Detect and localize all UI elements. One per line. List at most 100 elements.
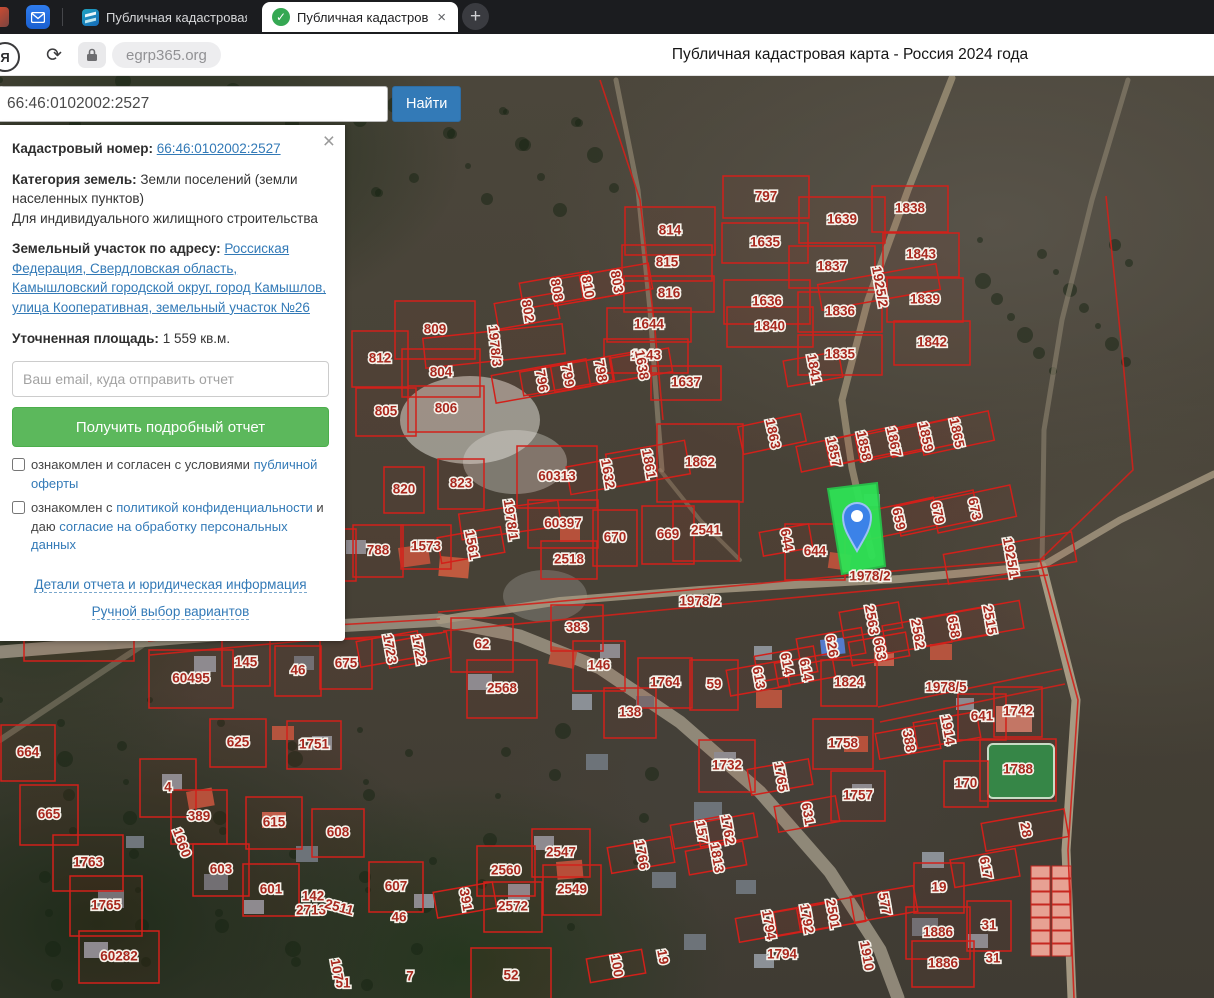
parcel-label: 142: [302, 889, 325, 904]
close-tab-icon[interactable]: ×: [435, 8, 448, 27]
parcel-label: 383: [566, 620, 589, 635]
parcel-label: 675: [335, 656, 358, 671]
category-extra: Для индивидуального жилищного строительс…: [12, 210, 318, 226]
parcel-label: 389: [188, 809, 211, 824]
close-panel-icon[interactable]: ×: [323, 131, 335, 152]
parcel-label: 7: [406, 969, 414, 984]
parcel-label: 1843: [906, 247, 937, 262]
parcel-label: 1840: [755, 319, 785, 334]
parcel-label: 615: [263, 815, 286, 830]
parcel-label: 812: [369, 351, 392, 366]
cadastral-label: Кадастровый номер:: [12, 141, 153, 156]
offer-checkbox-label: ознакомлен и согласен с условиями публич…: [31, 456, 329, 494]
parcel-label: 1635: [750, 235, 781, 250]
parcel-label: 625: [227, 735, 250, 750]
parcel-label: 46: [391, 910, 407, 925]
parcel-label: 806: [435, 401, 458, 416]
mail-icon[interactable]: [26, 5, 50, 29]
address-label: Земельный участок по адресу:: [12, 241, 221, 257]
parcel-label: 601: [260, 882, 283, 897]
cadastral-number-link[interactable]: 66:46:0102002:2527: [157, 141, 281, 156]
map-canvas[interactable]: 797 814 1639 1838 1635 1843 815 1837 816 1636 19 25…: [0, 76, 1214, 998]
parcel-label: 670: [604, 530, 627, 545]
parcel-label: 1765: [91, 898, 122, 913]
search-input[interactable]: [0, 86, 388, 122]
lock-icon[interactable]: [78, 42, 106, 68]
tab-title: Публичная кадастрова: [297, 9, 429, 25]
check-favicon-icon: ✓: [272, 8, 290, 26]
parcel-label: 816: [658, 286, 681, 301]
parcel-label: 2511: [323, 896, 356, 918]
parcel-label: 60397: [544, 516, 582, 531]
reload-button[interactable]: ⟳: [42, 43, 66, 67]
parcel-label: 788: [367, 543, 390, 558]
parcel-label: 19: [654, 948, 671, 965]
email-input[interactable]: [12, 361, 329, 398]
parcel-label: 1639: [827, 212, 857, 227]
privacy-checkbox[interactable]: [12, 500, 25, 514]
parcel-label: 1637: [671, 375, 701, 390]
parcel-label: 59: [706, 677, 721, 692]
parcel-label: 19: [931, 880, 946, 895]
search-button-label: Найти: [406, 96, 448, 112]
privacy-policy-link[interactable]: политикой конфиденциальности: [116, 500, 313, 515]
parcel-label: 60282: [100, 949, 138, 964]
parcel-label: 1842: [917, 335, 947, 350]
offer-checkbox[interactable]: [12, 458, 25, 472]
area-label: Уточненная площадь:: [12, 330, 159, 346]
area-value: 1 559 кв.м.: [162, 330, 231, 346]
parcel-label: 170: [955, 776, 978, 791]
garage-block: [1030, 943, 1051, 957]
parcel-label: 820: [393, 482, 416, 497]
tab-separator: [62, 8, 63, 26]
tab-active[interactable]: ✓ Публичная кадастрова ×: [262, 2, 458, 32]
garage-block: [1051, 917, 1072, 931]
page-title: Публичная кадастровая карта - Россия 202…: [671, 46, 1029, 63]
tab-inactive[interactable]: Публичная кадастровая к: [72, 2, 257, 32]
parcel-label: 1788: [1003, 762, 1034, 777]
category-label: Категория земель:: [12, 171, 137, 187]
building: [736, 880, 756, 894]
parcel-label: 62: [474, 637, 489, 652]
manual-select-link[interactable]: Ручной выбор вариантов: [91, 604, 250, 621]
parcel-label: 1573: [411, 539, 442, 554]
building: [756, 690, 782, 708]
parcel-info-panel: × Кадастровый номер: 66:46:0102002:2527 …: [0, 125, 345, 642]
parcel-label: 107: [328, 957, 347, 982]
address-bar[interactable]: egrp365.org: [112, 42, 221, 68]
parcel-label: 52: [503, 968, 518, 983]
privacy-checkbox-label: ознакомлен с политикой конфиденциальност…: [31, 499, 329, 556]
parcel-label: 145: [235, 655, 258, 670]
parcel-label: 1763: [73, 855, 104, 870]
search-button[interactable]: Найти: [0, 86, 462, 122]
cadastral-number-row: Кадастровый номер: 66:46:0102002:2527: [12, 139, 329, 159]
report-button[interactable]: Получить подробный отчет: [12, 407, 329, 448]
parcel-label: 804: [430, 365, 453, 380]
building: [930, 644, 952, 660]
parcel-label: 669: [657, 527, 680, 542]
parcel-label: 815: [656, 255, 679, 270]
panel-footer-links: Детали отчета и юридическая информация Р…: [12, 571, 329, 625]
report-details-link[interactable]: Детали отчета и юридическая информация: [34, 577, 307, 594]
parcel-label: 665: [38, 807, 61, 822]
map-pin-dot: [851, 510, 863, 522]
garage-block: [1051, 878, 1072, 892]
garage-block: [1051, 904, 1072, 918]
building: [572, 694, 592, 710]
yandex-logo-icon[interactable]: Я: [0, 42, 20, 72]
extension-icon[interactable]: [0, 7, 9, 27]
new-tab-button[interactable]: +: [462, 3, 489, 30]
parcel-label: 146: [588, 658, 611, 673]
parcel-label: 1886: [928, 956, 959, 971]
parcel-label: 644: [804, 544, 827, 559]
garage-block: [1030, 878, 1051, 892]
garage-block: [1030, 904, 1051, 918]
garage-block: [1030, 930, 1051, 944]
tab-bar: Публичная кадастровая к ✓ Публичная када…: [0, 0, 1214, 34]
area-row: Уточненная площадь: 1 559 кв.м.: [12, 329, 329, 349]
parcel-label: 797: [755, 189, 778, 204]
personal-data-link[interactable]: согласие на обработку персональных данны…: [31, 519, 288, 553]
parcel-label: 2541: [691, 523, 722, 538]
parcel-label: 46: [290, 663, 306, 678]
parcel-label: 1644: [634, 317, 665, 332]
